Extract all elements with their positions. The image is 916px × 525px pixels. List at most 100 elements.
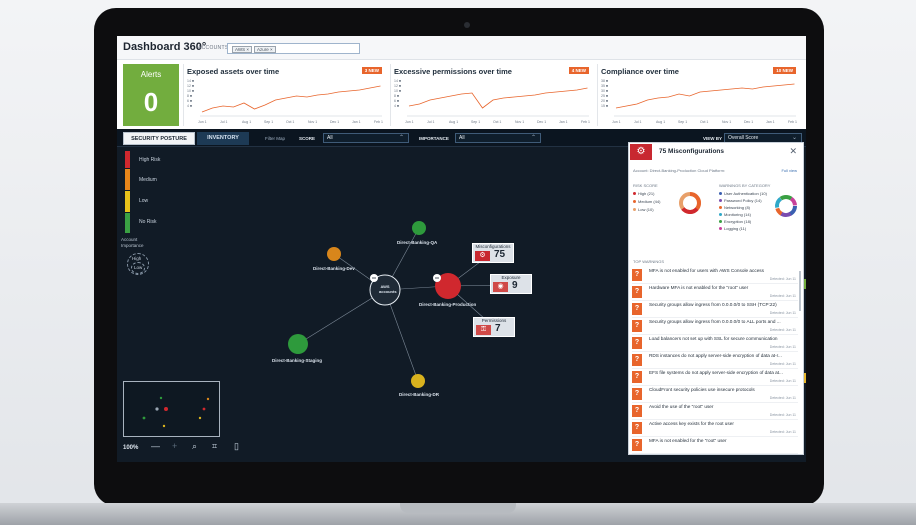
category-item: Password Policy (14) (719, 198, 762, 203)
warning-text: Active access key exists for the root us… (649, 421, 734, 426)
y-tick-label: 6 ■ (394, 99, 399, 103)
warning-item[interactable]: ? CloudFront security policies use insecu… (632, 386, 798, 403)
zoom-out-icon[interactable]: — (151, 441, 160, 451)
edge-marker-yellow (804, 373, 806, 383)
node-direct-banking-qa[interactable] (412, 221, 426, 235)
key-icon: ⚿ (476, 325, 491, 335)
warning-icon: ? (632, 303, 642, 315)
x-tick-label: Nov 1 (515, 120, 524, 124)
zoom-level: 100% (123, 445, 139, 451)
warning-item[interactable]: ? RDS instances do not apply server-side … (632, 352, 798, 369)
warning-item[interactable]: ? Load balancers not set up with SSL for … (632, 335, 798, 352)
panel-header: ⚙ 75 Misconfigurations ✕ (629, 143, 803, 160)
spark-exposed-assets[interactable]: Exposed assets over time 3 NEW 14 ■ 12 ■ 1… (183, 64, 386, 126)
risk-item: Medium (44) (633, 199, 660, 204)
minimap-dot (202, 407, 206, 411)
minimap-dot (142, 416, 146, 420)
category-item: Encryption (18) (719, 219, 751, 224)
x-tick-label: Jan 1 (766, 120, 775, 124)
warning-item[interactable]: ? Active access key exists for the root u… (632, 420, 798, 437)
x-tick-label: Sep 1 (678, 120, 687, 124)
search-zoom-icon[interactable]: ⌕ (192, 441, 197, 452)
new-badge: 3 NEW (361, 67, 382, 74)
category-label: Encryption (18) (724, 219, 752, 224)
full-view-link[interactable]: Full view (781, 168, 797, 173)
exposure-card[interactable]: Exposure ◉ 9 (490, 274, 532, 294)
close-icon[interactable]: ✕ (789, 146, 797, 157)
permissions-card[interactable]: Permissions ⚿ 7 (473, 317, 515, 337)
x-tick-label: Aug 1 (656, 120, 665, 124)
alerts-label: Alerts (140, 70, 162, 79)
warning-icon: ? (632, 354, 642, 366)
x-tick-label: Feb 1 (788, 120, 797, 124)
panel-scrollbar[interactable] (799, 271, 801, 311)
minimap[interactable] (123, 381, 220, 437)
risk-label: Medium (44) (638, 199, 661, 204)
y-tick-label: 10 ■ (394, 89, 401, 93)
y-tick-label: 14 ■ (394, 79, 401, 83)
x-tick-label: Oct 1 (286, 120, 294, 124)
y-tick-label: 12 ■ (394, 84, 401, 88)
y-tick-label: 14 ■ (187, 79, 194, 83)
warning-icon: ? (632, 269, 642, 281)
x-tick-label: Feb 1 (374, 120, 383, 124)
gear-icon: ⚙ (630, 144, 652, 160)
chevron-down-icon: ⌄ (791, 135, 797, 141)
risk-label: High (21) (638, 191, 655, 196)
warning-item[interactable]: ? Avoid the use of the "root" user Detecte… (632, 403, 798, 420)
spark-title: Compliance over time (601, 67, 679, 76)
misconfigurations-panel: ⚙ 75 Misconfigurations ✕ Account: Direct… (628, 142, 804, 455)
warning-item[interactable]: ? Security groups allow ingress from 0.0.… (632, 318, 798, 335)
node-direct-banking-staging[interactable] (288, 334, 308, 354)
fit-screen-icon[interactable]: ⌗ (212, 441, 217, 452)
x-tick-label: Feb 1 (581, 120, 590, 124)
security-map: SECURITY POSTURE INVENTORY Filter Map SC… (117, 129, 806, 462)
warning-icon: ? (632, 439, 642, 451)
warning-item[interactable]: ? MFA is not enabled for the "root" user (632, 437, 798, 454)
warning-icon: ? (632, 371, 642, 383)
warning-icon: ? (632, 405, 642, 417)
new-badge: 10 NEW (773, 67, 796, 74)
warning-icon: ? (632, 388, 642, 400)
warning-item[interactable]: ? Security groups allow ingress from 0.0.… (632, 301, 798, 318)
warning-item[interactable]: ? EFS file systems do not apply server-si… (632, 369, 798, 386)
y-tick-label: 25 ■ (601, 94, 608, 98)
x-tick-label: Dec 1 (537, 120, 546, 124)
warning-item[interactable]: ? MFA is not enabled for users with AWS C… (632, 267, 798, 284)
node-direct-banking-dr[interactable] (411, 374, 425, 388)
y-tick-label: 4 ■ (187, 104, 192, 108)
alerts-tile[interactable]: Alerts 0 (123, 64, 179, 126)
warning-text: RDS instances do not apply server-side e… (649, 353, 782, 358)
node-direct-banking-dev[interactable] (327, 247, 341, 261)
minimap-dot (162, 424, 166, 428)
category-dot (719, 220, 722, 224)
spark-compliance[interactable]: Compliance over time 10 NEW 38 ■ 35 ■ 30 ■… (597, 64, 800, 126)
card-title: Misconfigurations (475, 244, 511, 249)
risk-dot (633, 208, 636, 212)
node-label: Direct-Banking-QA (397, 240, 438, 245)
warning-text: Security groups allow ingress from 0.0.0… (649, 302, 777, 307)
category-item: Networking (8) (719, 205, 750, 210)
warning-item[interactable]: ? Hardware MFA is not enabled for the "ro… (632, 284, 798, 301)
y-tick-label: 12 ■ (187, 84, 194, 88)
gear-icon: ⚙ (475, 251, 490, 261)
laptop-notch (400, 503, 516, 513)
app-header: Dashboard 360° ACCOUNTS AWS × Azure × (117, 36, 806, 60)
trend-line (408, 87, 588, 109)
accounts-filter-input[interactable]: AWS × Azure × (227, 43, 360, 54)
misconfigurations-card[interactable]: Misconfigurations ⚙ 75 (472, 243, 514, 263)
y-tick-label: 30 ■ (601, 89, 608, 93)
chip-azure[interactable]: Azure × (254, 45, 276, 53)
zoom-in-icon[interactable]: + (172, 441, 177, 451)
category-donut (775, 195, 797, 217)
x-tick-label: Jul 1 (634, 120, 641, 124)
warning-icon: ? (632, 337, 642, 349)
category-label: Logging (11) (724, 226, 747, 231)
chip-aws[interactable]: AWS × (232, 45, 252, 53)
y-tick-label: 6 ■ (187, 99, 192, 103)
warning-date: Detected: Jun 11 (769, 413, 796, 417)
spark-excessive-permissions[interactable]: Excessive permissions over time 4 NEW 14… (390, 64, 593, 126)
minimap-dot (159, 396, 163, 400)
viewby-value: Overall Score (728, 135, 759, 141)
map-icon[interactable]: ▯ (234, 441, 239, 452)
